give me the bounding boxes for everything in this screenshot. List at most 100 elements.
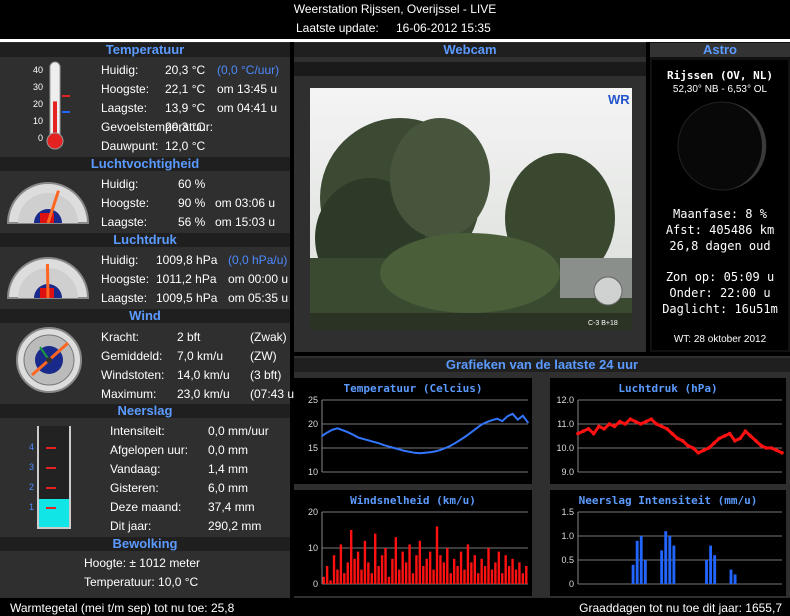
chart-point <box>597 424 601 429</box>
chart-point <box>434 450 437 453</box>
chart-point <box>357 436 359 439</box>
chart-y-tick: 11.0 <box>557 419 574 429</box>
chart-point <box>591 431 596 436</box>
rain-label: Deze maand: <box>110 500 182 514</box>
chart-point <box>527 421 529 424</box>
humidity-extra: om 15:03 u <box>215 215 276 229</box>
wind-extra: (Zwak) <box>250 330 287 344</box>
chart-point <box>722 434 727 438</box>
chart-point <box>465 435 467 437</box>
chart-bar <box>360 569 363 584</box>
chart-bar <box>449 573 452 584</box>
temperature-label: Hoogste: <box>101 82 150 96</box>
humidity-value: 60 % <box>178 177 206 191</box>
chart-0: Temperatuur (Celcius) 25 20 15 10 <box>294 378 532 484</box>
wind-compass-icon <box>16 327 82 393</box>
chart-plot: 20 10 0 <box>308 507 528 589</box>
chart-point <box>506 415 509 418</box>
rain-value: 0,0 mm <box>208 443 249 457</box>
chart-point <box>733 439 737 443</box>
chart-bar <box>391 558 394 584</box>
chart-point <box>516 418 519 421</box>
chart-point <box>460 438 462 441</box>
temperature-label: Dauwpunt: <box>101 139 159 153</box>
pressure-label: Laagste: <box>101 291 148 305</box>
thermometer-scale: 40 30 20 10 0 <box>32 65 43 143</box>
chart-plot: 1.5 1.0 0.5 0 <box>561 507 782 589</box>
section-rain: Neerslag <box>0 404 290 418</box>
chart-point <box>586 427 591 431</box>
chart-point <box>649 417 654 421</box>
chart-bar <box>418 540 422 584</box>
humidity-label: Laagste: <box>101 215 148 229</box>
section-temperature: Temperatuur <box>0 43 290 57</box>
chart-point <box>680 439 685 443</box>
chart-point <box>480 423 483 426</box>
rain-value: 1,4 mm <box>208 462 249 476</box>
chart-bar <box>353 558 356 584</box>
chart-point <box>780 451 784 455</box>
chart-bar <box>446 548 449 584</box>
chart-point <box>764 446 769 450</box>
chart-point <box>774 448 779 453</box>
chart-bar <box>422 566 425 584</box>
chart-point <box>633 419 638 424</box>
humidity-extra: om 03:06 u <box>215 196 276 210</box>
chart-bar <box>507 566 511 584</box>
chart-bar <box>672 545 676 584</box>
chart-point <box>738 436 742 441</box>
rain-value: 37,4 mm <box>208 500 255 514</box>
daylight: Daglicht: 16u51m <box>662 302 778 316</box>
webcam-image[interactable]: WR C-3 B+18 <box>310 88 632 330</box>
wind-value: 7,0 km/u <box>177 349 224 363</box>
moon-icon <box>677 101 767 191</box>
humidity-label: Hoogste: <box>101 196 150 210</box>
wind-label: Gemiddeld: <box>101 349 163 363</box>
rain-gauge-icon <box>37 426 71 529</box>
chart-point <box>383 444 385 446</box>
rain-label: Gisteren: <box>110 481 159 495</box>
temperature-value: 20,3 °C <box>165 63 206 77</box>
chart-bar <box>514 569 518 584</box>
chart-bar <box>480 558 483 584</box>
chart-point <box>612 424 617 429</box>
temperature-value: 12,0 °C <box>165 139 206 153</box>
chart-point <box>665 427 669 431</box>
chart-point <box>675 436 680 441</box>
temperature-extra: om 13:45 u <box>217 82 278 96</box>
rain-label: Vandaag: <box>110 462 161 476</box>
chart-point <box>727 431 732 436</box>
chart-bar <box>709 545 713 584</box>
chart-point <box>444 447 447 449</box>
chart-point <box>607 422 612 426</box>
chart-bar <box>415 555 418 584</box>
update-label: Laatste update: <box>296 21 379 35</box>
chart-point <box>769 446 774 450</box>
wind-value: 23,0 km/u <box>177 387 230 401</box>
section-humidity: Luchtvochtigheid <box>0 157 290 171</box>
chart-point <box>429 451 431 454</box>
chart-point <box>475 427 478 430</box>
chart-bar <box>713 555 717 584</box>
chart-point <box>581 429 586 433</box>
chart-point <box>501 420 504 422</box>
chart-bar <box>349 530 353 584</box>
section-astro: Astro <box>650 43 790 57</box>
chart-point <box>717 436 722 441</box>
chart-y-tick: 25 <box>308 395 318 405</box>
moon-phase: Maanfase: 8 % <box>673 207 767 221</box>
chart-bar <box>521 573 525 584</box>
chart-bar <box>367 562 370 584</box>
section-clouds: Bewolking <box>0 537 290 551</box>
chart-bar <box>370 573 373 584</box>
chart-bar <box>504 555 507 584</box>
chart-bar <box>497 551 501 584</box>
pressure-value: 1011,2 hPa <box>156 272 217 286</box>
chart-point <box>712 441 716 445</box>
chart-y-tick: 1.5 <box>561 507 574 517</box>
chart-point <box>372 440 375 443</box>
pressure-label: Hoogste: <box>101 272 150 286</box>
moon-distance: Afst: 405486 km <box>665 223 775 237</box>
temperature-extra: om 04:41 u <box>217 101 278 115</box>
chart-bar <box>664 531 668 584</box>
